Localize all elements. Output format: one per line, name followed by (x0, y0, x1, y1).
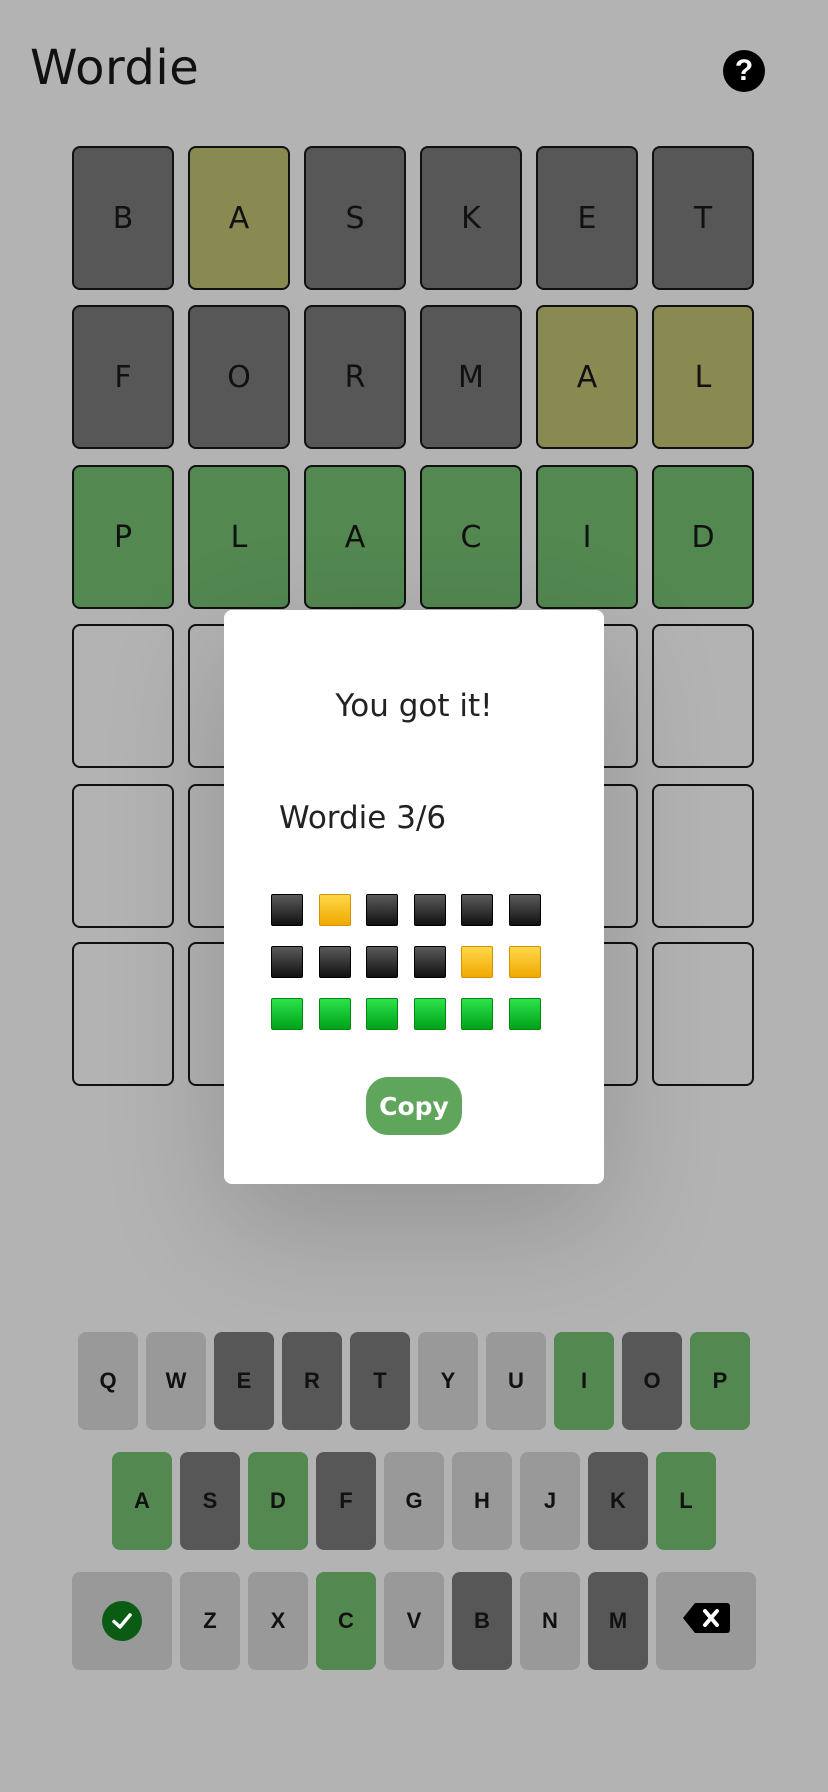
tile: F (72, 305, 174, 449)
tile: D (652, 465, 754, 609)
green-square (413, 998, 446, 1030)
copy-button[interactable]: Copy (366, 1077, 462, 1135)
green-square (366, 998, 399, 1030)
tile (72, 942, 174, 1086)
tile: K (420, 146, 522, 290)
key-z[interactable]: Z (180, 1572, 240, 1670)
black-square (413, 894, 446, 926)
tile: M (420, 305, 522, 449)
key-q[interactable]: Q (78, 1332, 138, 1430)
modal-title: You got it! (335, 688, 493, 724)
key-k[interactable]: K (588, 1452, 648, 1550)
key-a[interactable]: A (112, 1452, 172, 1550)
black-square (413, 946, 446, 978)
key-c[interactable]: C (316, 1572, 376, 1670)
key-h[interactable]: H (452, 1452, 512, 1550)
green-square (271, 998, 303, 1030)
app-title: Wordie (30, 40, 200, 96)
key-r[interactable]: R (282, 1332, 342, 1430)
key-t[interactable]: T (350, 1332, 410, 1430)
green-square (318, 998, 351, 1030)
key-n[interactable]: N (520, 1572, 580, 1670)
key-w[interactable]: W (146, 1332, 206, 1430)
tile (72, 624, 174, 768)
yellow-square (318, 894, 351, 926)
green-square (461, 998, 494, 1030)
backspace-icon (681, 1601, 731, 1641)
tile: E (536, 146, 638, 290)
key-f[interactable]: F (316, 1452, 376, 1550)
tile (72, 784, 174, 928)
black-square (509, 894, 541, 926)
tile: A (304, 465, 406, 609)
tile: L (652, 305, 754, 449)
check-circle-icon (102, 1601, 142, 1641)
green-square (509, 998, 541, 1030)
tile: I (536, 465, 638, 609)
key-y[interactable]: Y (418, 1332, 478, 1430)
key-v[interactable]: V (384, 1572, 444, 1670)
black-square (366, 946, 399, 978)
backspace-key[interactable] (656, 1572, 756, 1670)
help-question-icon[interactable]: ? (723, 50, 765, 92)
key-s[interactable]: S (180, 1452, 240, 1550)
key-j[interactable]: J (520, 1452, 580, 1550)
key-u[interactable]: U (486, 1332, 546, 1430)
black-square (271, 946, 303, 978)
tile (652, 784, 754, 928)
enter-key[interactable] (72, 1572, 172, 1670)
yellow-square (461, 946, 494, 978)
tile: P (72, 465, 174, 609)
tile (652, 942, 754, 1086)
key-x[interactable]: X (248, 1572, 308, 1670)
key-m[interactable]: M (588, 1572, 648, 1670)
share-title: Wordie 3/6 (279, 800, 447, 836)
tile: T (652, 146, 754, 290)
tile: A (188, 146, 290, 290)
tile: S (304, 146, 406, 290)
result-modal: You got it! Wordie 3/6 Copy (224, 610, 604, 1184)
black-square (271, 894, 303, 926)
key-p[interactable]: P (690, 1332, 750, 1430)
tile: O (188, 305, 290, 449)
tile: C (420, 465, 522, 609)
tile: A (536, 305, 638, 449)
tile (652, 624, 754, 768)
tile: L (188, 465, 290, 609)
key-g[interactable]: G (384, 1452, 444, 1550)
tile: R (304, 305, 406, 449)
black-square (318, 946, 351, 978)
key-b[interactable]: B (452, 1572, 512, 1670)
key-d[interactable]: D (248, 1452, 308, 1550)
key-i[interactable]: I (554, 1332, 614, 1430)
black-square (461, 894, 494, 926)
black-square (366, 894, 399, 926)
key-l[interactable]: L (656, 1452, 716, 1550)
key-e[interactable]: E (214, 1332, 274, 1430)
key-o[interactable]: O (622, 1332, 682, 1430)
tile: B (72, 146, 174, 290)
yellow-square (509, 946, 541, 978)
